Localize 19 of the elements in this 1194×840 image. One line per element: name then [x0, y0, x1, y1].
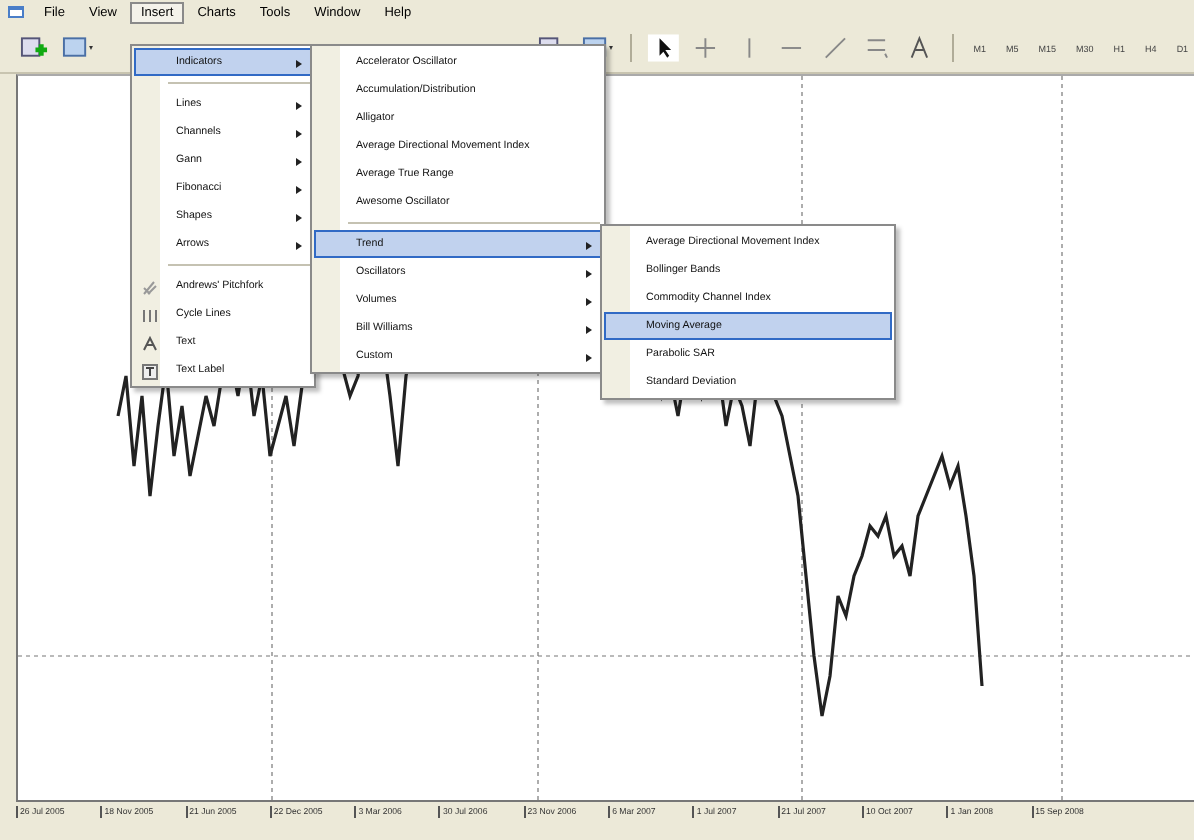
cycle-lines-icon [142, 308, 158, 324]
submenu-arrow-icon [296, 214, 302, 222]
submenu-arrow-icon [586, 298, 592, 306]
cursor-icon[interactable] [646, 34, 681, 62]
text-icon [142, 336, 158, 352]
profiles-icon[interactable] [62, 34, 98, 62]
submenu-arrow-icon [296, 60, 302, 68]
submenu-arrow-icon [296, 186, 302, 194]
submenu-arrow-icon [296, 130, 302, 138]
submenu-arrow-icon [586, 242, 592, 250]
submenu-arrow-icon [296, 242, 302, 250]
submenu-arrow-icon [296, 158, 302, 166]
pitchfork-icon [142, 280, 158, 296]
submenu-arrow-icon [296, 102, 302, 110]
submenu-arrow-icon [586, 270, 592, 278]
app-icon [8, 4, 24, 20]
submenu-arrow-icon [586, 354, 592, 362]
text-label-icon [142, 364, 158, 380]
submenu-arrow-icon [586, 326, 592, 334]
